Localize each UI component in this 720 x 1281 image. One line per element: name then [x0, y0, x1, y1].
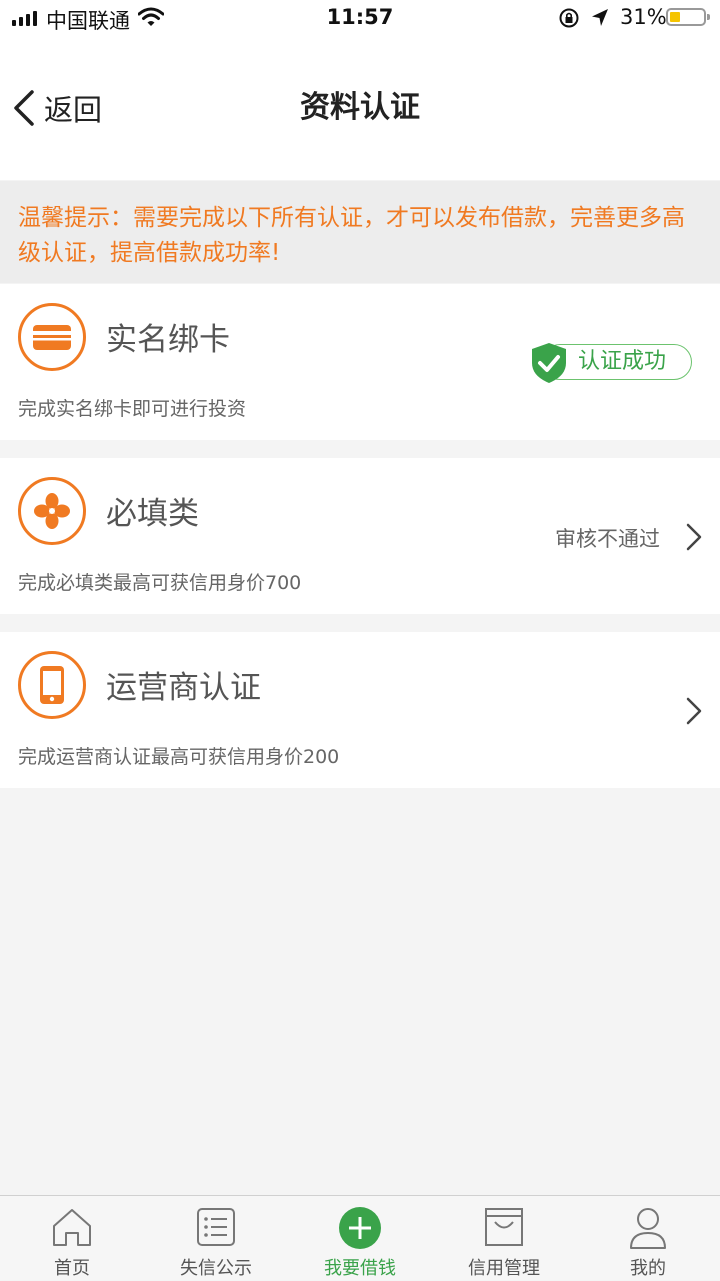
home-icon — [53, 1209, 91, 1246]
bag-icon — [485, 1208, 523, 1246]
shield-check-icon — [532, 343, 566, 383]
review-status: 审核不通过 — [555, 527, 660, 551]
page-title: 资料认证 — [300, 90, 420, 125]
battery-icon — [666, 8, 710, 26]
status-bar: 中国联通 11:57 31% — [0, 0, 720, 36]
card-title: 必填类 — [106, 496, 199, 532]
card-description: 完成实名绑卡即可进行投资 — [18, 398, 247, 420]
card-description: 完成运营商认证最高可获信用身价200 — [18, 746, 340, 768]
card-title: 实名绑卡 — [106, 322, 230, 358]
card-description: 完成必填类最高可获信用身价700 — [18, 572, 302, 594]
chevron-right-icon — [686, 523, 702, 551]
tab-dishonesty-list[interactable]: 失信公示 — [144, 1196, 288, 1281]
tab-label: 失信公示 — [180, 1258, 252, 1279]
location-icon — [592, 9, 608, 26]
tab-label: 我要借钱 — [324, 1258, 396, 1279]
battery-percent: 31% — [620, 5, 667, 29]
tip-banner: 温馨提示：需要完成以下所有认证，才可以发布借款，完善更多高级认证，提高借款成功率… — [0, 181, 720, 283]
verified-badge: 认证成功 — [530, 342, 693, 384]
clock: 11:57 — [326, 5, 394, 29]
card-icon — [18, 303, 86, 371]
orientation-lock-icon — [559, 8, 579, 28]
tab-borrow[interactable]: 我要借钱 — [288, 1196, 432, 1281]
card-required-info[interactable]: 必填类 完成必填类最高可获信用身价700 审核不通过 — [0, 458, 720, 614]
tab-label: 信用管理 — [468, 1258, 540, 1279]
tab-credit-management[interactable]: 信用管理 — [432, 1196, 576, 1281]
tab-label: 我的 — [630, 1258, 666, 1279]
tab-label: 首页 — [54, 1258, 90, 1279]
card-real-name-binding[interactable]: 实名绑卡 完成实名绑卡即可进行投资 认证成功 — [0, 284, 720, 440]
plus-circle-icon — [339, 1207, 381, 1249]
nav-bar: 返回 资料认证 — [0, 36, 720, 180]
tab-profile[interactable]: 我的 — [576, 1196, 720, 1281]
phone-icon — [18, 651, 86, 719]
user-icon — [630, 1208, 666, 1249]
clover-icon — [18, 477, 86, 545]
list-icon — [197, 1208, 235, 1246]
card-title: 运营商认证 — [106, 670, 261, 706]
status-badge: 认证成功 — [578, 349, 667, 374]
chevron-right-icon — [686, 697, 702, 725]
card-carrier-auth[interactable]: 运营商认证 完成运营商认证最高可获信用身价200 — [0, 632, 720, 788]
tab-bar: 首页 失信公示 我要借钱 信用管理 我的 — [0, 1195, 720, 1280]
tab-home[interactable]: 首页 — [0, 1196, 144, 1281]
